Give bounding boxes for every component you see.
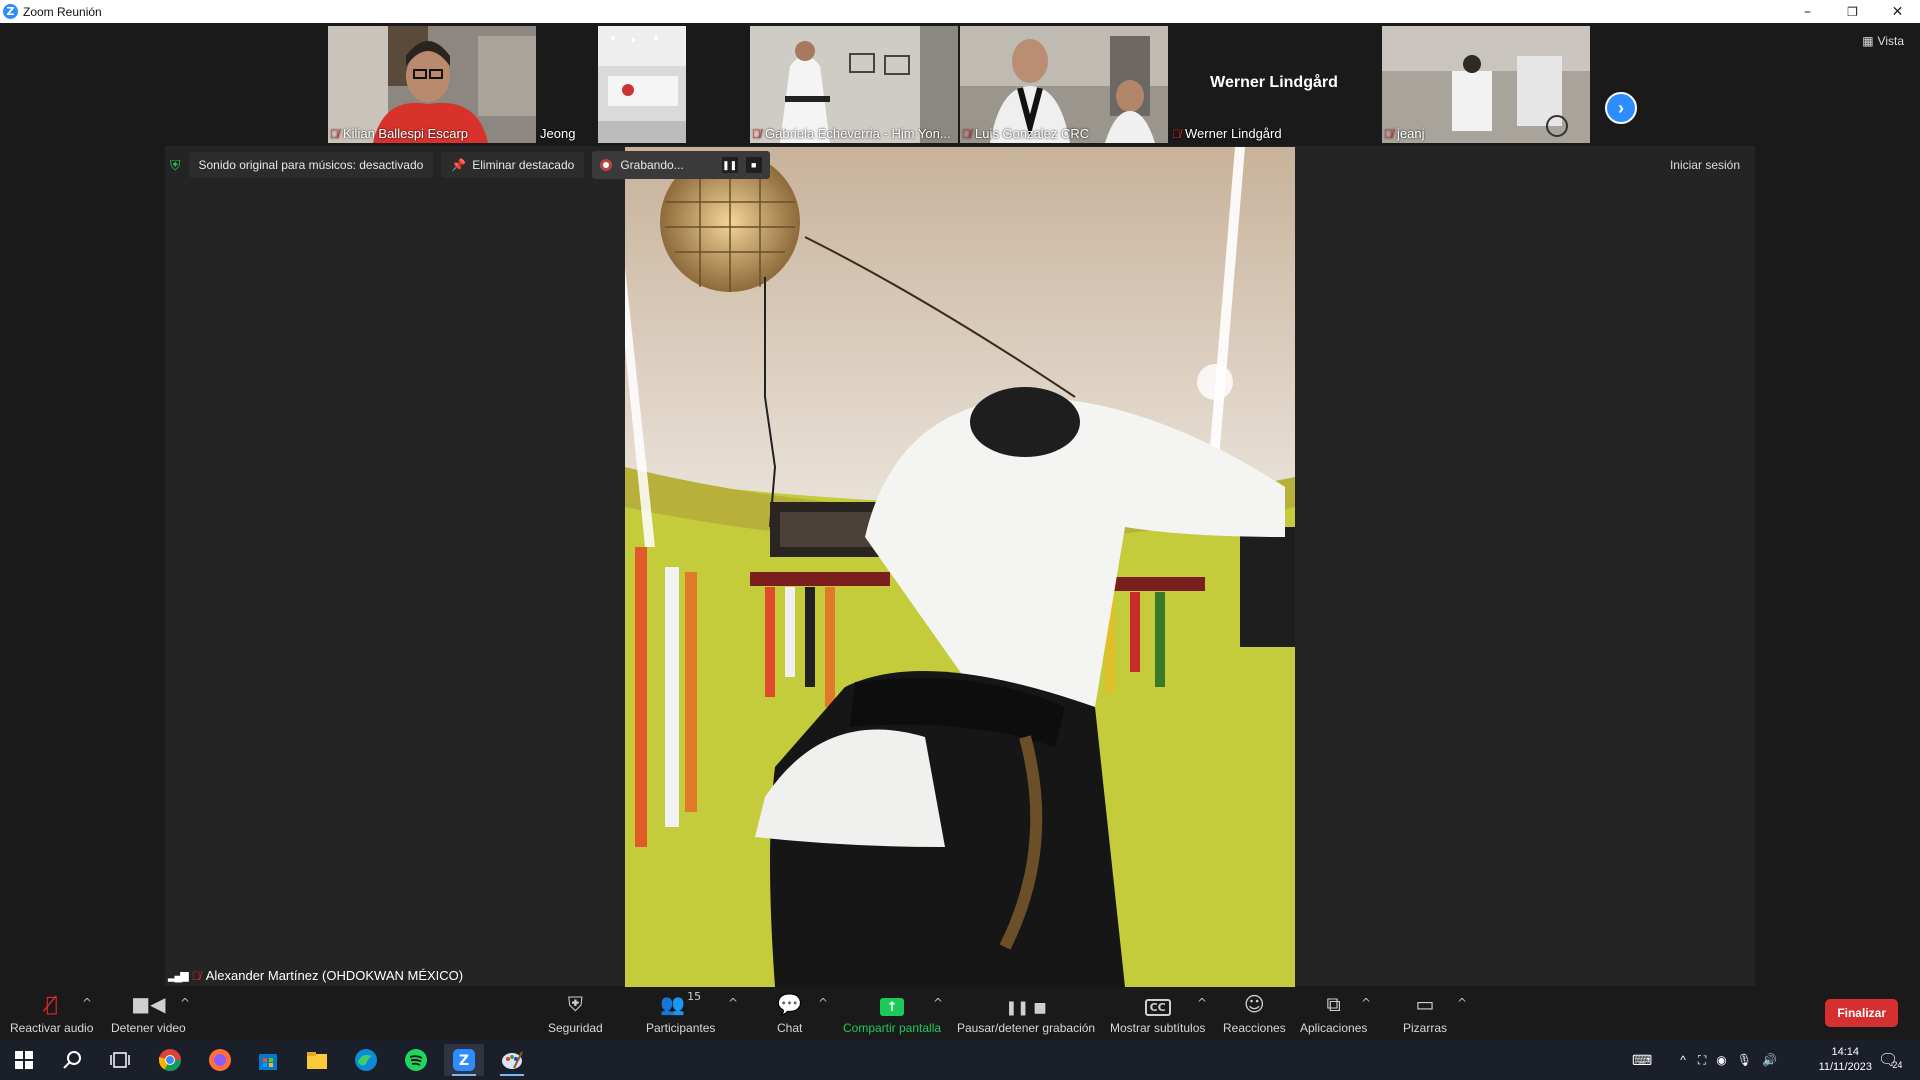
chrome-icon[interactable] [150,1044,190,1076]
share-options-caret[interactable]: ^ [933,996,943,1010]
meeting-info-bar: ⛨ Sonido original para músicos: desactiv… [170,151,770,179]
recording-icon [600,159,613,171]
share-screen-button[interactable]: ↑ Compartir pantalla [843,990,941,1035]
chat-button[interactable]: 💬 Chat [777,990,802,1035]
participant-name-display: Werner Lindgård [1210,74,1338,91]
store-icon[interactable] [248,1044,288,1076]
participant-tile[interactable]: Jeong [538,26,688,143]
mic-muted-icon: 🎙̸ [45,992,58,1016]
participant-name: 🎙̸ jeanj [1384,126,1425,141]
task-view-icon[interactable] [100,1044,140,1076]
mic-off-icon: 🎙̸ [1172,126,1181,141]
next-page-button[interactable]: › [1605,92,1637,124]
encryption-shield-icon[interactable]: ⛨ [170,157,181,174]
whiteboard-icon: ▭ [1415,992,1435,1016]
pause-stop-icon: ❚❚ ■ [1005,1000,1047,1016]
firefox-icon[interactable] [200,1044,240,1076]
file-explorer-icon[interactable] [297,1044,337,1076]
zoom-taskbar-icon[interactable]: Z [444,1044,484,1076]
view-button[interactable]: ▦ Vista [1862,34,1904,48]
participant-tile[interactable]: Werner Lindgård 🎙̸ Werner Lindgård [1170,26,1378,143]
mic-off-icon: 🎙̸ [191,968,201,983]
shield-icon: ⛨ [567,992,583,1016]
title-bar: Z Zoom Reunión – ❐ ✕ [0,0,1920,23]
participant-name: 🎙̸ Gabriela Echeverria - Him Yon... [752,126,951,141]
share-arrow-icon: ↑ [880,998,905,1016]
audio-options-caret[interactable]: ^ [82,996,92,1010]
sign-in-link[interactable]: Iniciar sesión [1670,158,1740,172]
mic-off-icon: 🎙̸ [330,126,339,141]
pause-recording-icon[interactable]: ❚❚ [721,157,738,173]
spotify-icon[interactable] [396,1044,436,1076]
meeting-toolbar: 🎙̸ Reactivar audio ^ ■◀ Detener video ^ … [0,988,1920,1040]
zoom-window: Z Zoom Reunión – ❐ ✕ 🎙̸ Kilian Ballespi E… [0,0,1920,1080]
active-speaker-video [625,147,1295,987]
apps-button[interactable]: ⧉ Aplicaciones [1300,990,1367,1035]
whiteboards-options-caret[interactable]: ^ [1457,996,1467,1010]
cc-icon: CC [1144,990,1171,1016]
participants-icon: 👥 15 [660,990,702,1016]
svg-text:Z: Z [459,1053,469,1069]
close-button[interactable]: ✕ [1875,0,1920,23]
keyboard-layout-icon[interactable]: ⌨ [1632,1052,1652,1069]
minimize-button[interactable]: – [1785,0,1830,23]
search-icon[interactable] [52,1044,92,1076]
participant-name: 🎙̸ Kilian Ballespi Escarp [330,126,469,141]
participant-name: 🎙̸ Werner Lindgård [1172,126,1282,141]
reactions-button[interactable]: ☺ Reacciones [1223,990,1286,1035]
apps-options-caret[interactable]: ^ [1361,996,1371,1010]
taskbar-clock[interactable]: 14:14 11/11/2023 [1819,1045,1872,1075]
mic-off-icon: 🎙̸ [1384,126,1393,141]
chat-options-caret[interactable]: ^ [818,996,828,1010]
zoom-app-icon: Z [3,4,18,19]
notifications-icon[interactable]: 🗨 24 [1878,1040,1902,1080]
video-camera-icon: ■◀ [131,992,166,1016]
remove-spotlight-button[interactable]: 📌 Eliminar destacado [441,152,585,178]
participant-tile[interactable]: 🎙̸ Luis Gonzalez CRC [960,26,1168,143]
pin-icon: 📌 [451,158,467,172]
smiley-icon: ☺ [1243,992,1265,1016]
windows-taskbar: Z ⌨ ^ ⛶ ◉ 🎙 🔊 14:14 11/11/2023 🗨 24 [0,1040,1920,1080]
participants-options-caret[interactable]: ^ [728,996,738,1010]
participant-name: Jeong [540,126,576,141]
signal-strength-icon: ▂▄▆ [168,970,189,982]
chat-bubble-icon: 💬 [777,992,803,1016]
paint-app-icon[interactable] [492,1044,532,1076]
microphone-icon[interactable]: 🎙 [1737,1053,1752,1067]
captions-button[interactable]: CC Mostrar subtítulos [1110,990,1205,1035]
speaker-video-frame [625,147,1295,987]
grid-icon: ▦ [1862,34,1874,48]
end-meeting-button[interactable]: Finalizar [1825,999,1898,1027]
apps-icon: ⧉ [1326,992,1341,1016]
system-tray: ⌨ ^ ⛶ ◉ 🎙 🔊 [1632,1040,1777,1080]
active-speaker-name-label: ▂▄▆ 🎙̸ Alexander Martínez (OHDOKWAN MÉXI… [168,968,464,983]
recording-indicator: Grabando... ❚❚ ■ [592,151,770,179]
participant-strip: 🎙̸ Kilian Ballespi Escarp Jeong 🎙̸ Gabri… [0,24,1920,144]
stop-video-button[interactable]: ■◀ Detener video [111,990,186,1035]
stop-recording-icon[interactable]: ■ [745,157,762,173]
security-button[interactable]: ⛨ Seguridad [548,990,603,1035]
video-options-caret[interactable]: ^ [180,996,190,1010]
participant-name: 🎙̸ Luis Gonzalez CRC [962,126,1090,141]
whiteboards-button[interactable]: ▭ Pizarras [1403,990,1447,1035]
webcam-icon[interactable]: ◉ [1716,1053,1726,1067]
participant-tile[interactable]: 🎙̸ Kilian Ballespi Escarp [328,26,536,143]
participant-tile[interactable]: 🎙̸ jeanj [1382,26,1590,143]
participant-tile[interactable]: 🎙̸ Gabriela Echeverria - Him Yon... [750,26,958,143]
pause-stop-recording-button[interactable]: ❚❚ ■ Pausar/detener grabación [957,990,1095,1035]
mic-off-icon: 🎙̸ [962,126,971,141]
windows-start-icon[interactable] [4,1044,44,1076]
participants-button[interactable]: 👥 15 Participantes [646,990,715,1035]
show-hidden-icons-icon[interactable]: ^ [1680,1053,1686,1067]
original-sound-status[interactable]: Sonido original para músicos: desactivad… [188,152,434,178]
captions-options-caret[interactable]: ^ [1197,996,1207,1010]
edge-icon[interactable] [346,1044,386,1076]
window-title: Zoom Reunión [23,4,102,19]
restore-button[interactable]: ❐ [1830,0,1875,23]
volume-icon[interactable]: 🔊 [1762,1053,1777,1067]
network-icon[interactable]: ⛶ [1698,1053,1706,1068]
unmute-button[interactable]: 🎙̸ Reactivar audio [10,990,93,1035]
mic-off-icon: 🎙̸ [752,126,761,141]
